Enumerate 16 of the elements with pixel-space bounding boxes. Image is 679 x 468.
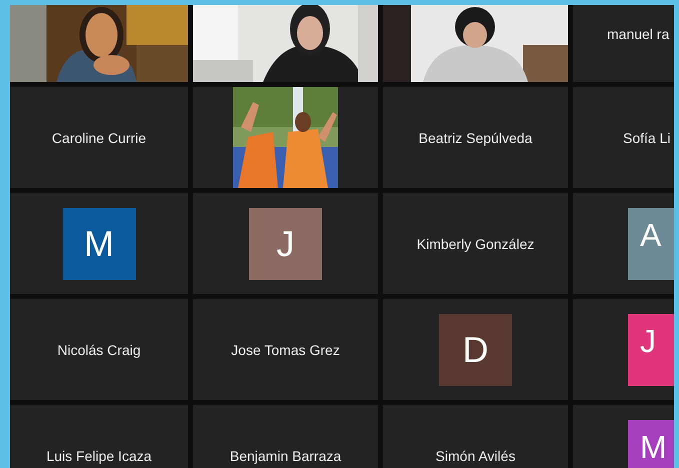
participant-name: Luis Felipe Icaza [46, 448, 152, 464]
participant-name: manuel ra [607, 26, 670, 42]
avatar-initial: A [628, 208, 674, 280]
participant-name: Kimberly González [416, 236, 534, 252]
participant-name: Caroline Currie [52, 130, 146, 146]
avatar-initial: D [439, 314, 512, 386]
participant-name: Beatriz Sepúlveda [418, 130, 532, 146]
participant-name: Simón Avilés [436, 448, 516, 464]
avatar-initial: J [628, 314, 674, 386]
avatar-initial: J [249, 208, 322, 280]
avatar-initial: M [628, 420, 674, 468]
participant-name: Sofía Li [623, 130, 670, 146]
avatar-initial: M [62, 208, 136, 280]
participant-name: Nicolás Craig [57, 342, 141, 358]
participant-name: Jose Tomas Grez [231, 342, 340, 358]
participant-name: Benjamin Barraza [230, 448, 342, 464]
